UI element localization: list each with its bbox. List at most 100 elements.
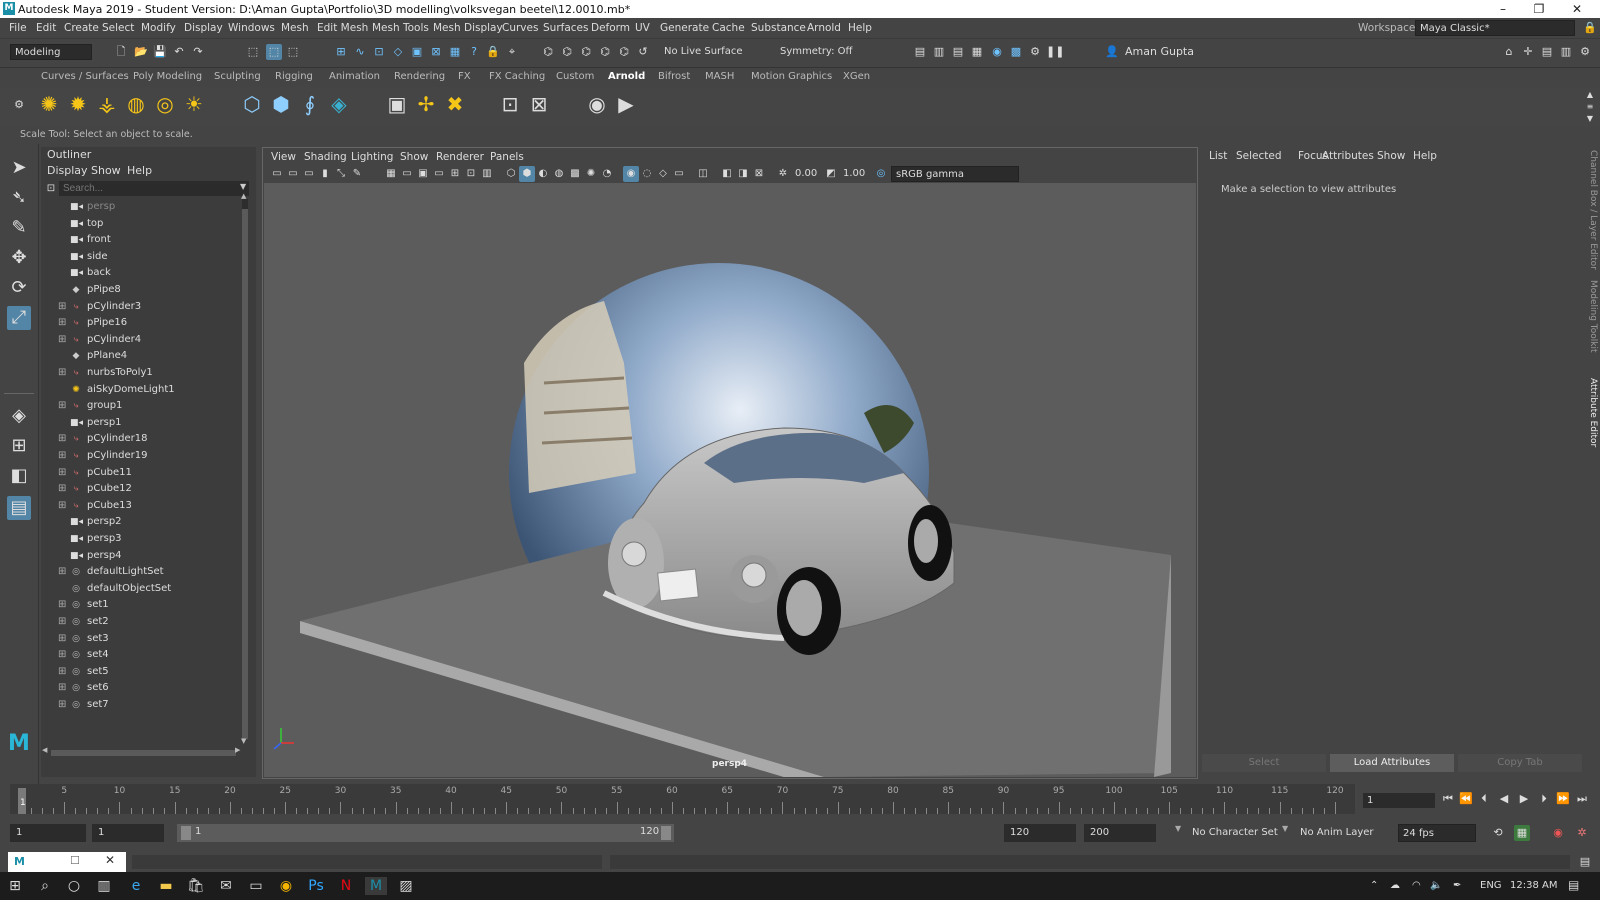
screen-space-ao-icon[interactable]: ◉ [623,166,639,182]
menu-deform[interactable]: Deform [591,22,630,34]
time-slider[interactable]: 1 5 10 15 20 25 30 35 40 45 50 55 60 65 70 75 80 85 90 95 1… [10,784,1355,814]
menu-edit-mesh[interactable]: Edit Mesh [317,22,368,34]
flush-background-icon[interactable]: ✖ [442,91,468,117]
flush-texture-icon[interactable]: ✢ [413,91,439,117]
outliner-item[interactable]: ⊞ ⤷ pCylinder3 [41,299,246,315]
light-portal-icon[interactable]: ◎ [152,91,178,117]
expand-icon[interactable]: ⊞ [58,398,66,414]
expand-icon[interactable]: ⊞ [58,664,66,680]
outliner-item[interactable]: ■◂ persp2 [41,514,246,530]
outliner-item[interactable]: ⊞ ⤷ group1 [41,398,246,414]
menu-curves[interactable]: Curves [502,22,538,34]
xray-joints-icon[interactable]: ◨ [735,166,751,182]
select-component-icon[interactable]: ⬚ [285,44,301,60]
select-tool-icon[interactable]: ➤ [7,156,31,180]
viewport-menu-panels[interactable]: Panels [490,151,524,163]
snap-grid-icon[interactable]: ⊞ [333,44,349,60]
fps-dropdown[interactable]: 24 fps [1398,824,1476,842]
outliner-item[interactable]: ⊞ ⤷ pCylinder4 [41,332,246,348]
tray-overflow-icon[interactable]: ⌃ [1370,880,1378,891]
shelf-tab-fx[interactable]: FX [458,71,471,82]
shelf-tab-animation[interactable]: Animation [329,71,380,82]
gamma-icon[interactable]: ◩ [823,166,839,182]
attr-menu-selected[interactable]: Selected [1236,150,1282,162]
snap-point-icon[interactable]: ⊡ [371,44,387,60]
photoshop-icon[interactable]: Ps [305,877,327,895]
wifi-icon[interactable]: ◠ [1412,880,1421,891]
script-editor-icon[interactable]: ▤ [1577,854,1593,870]
color-management-icon[interactable]: ◎ [873,166,889,182]
outliner-item[interactable]: ⊞ ⤷ nurbsToPoly1 [41,365,246,381]
wireframe-icon[interactable]: ⬡ [503,166,519,182]
select-object-icon[interactable]: ⬚ [266,44,282,60]
menu-create[interactable]: Create [64,22,99,34]
expand-icon[interactable]: ⊞ [58,614,66,630]
go-to-end-icon[interactable]: ⏭ [1574,790,1590,808]
outliner-menu-help[interactable]: Help [127,164,152,177]
loop-icon[interactable]: ⟲ [1490,825,1506,841]
minimize-button[interactable]: – [1488,1,1518,17]
expand-icon[interactable]: ⊞ [58,597,66,613]
volume-icon[interactable]: 🔈 [1430,880,1442,891]
go-to-start-icon[interactable]: ⏮ [1440,790,1456,808]
search-dropdown-icon[interactable]: ▼ [240,182,246,191]
field-chart-icon[interactable]: ⊞ [447,166,463,182]
four-pane-layout-icon[interactable]: ⊞ [7,434,31,458]
anim-layer-field[interactable]: No Anim Layer [1300,827,1374,838]
shelf-tab-mash[interactable]: MASH [705,71,734,82]
single-pane-layout-icon[interactable]: ◈ [7,404,31,428]
menu-display[interactable]: Display [184,22,223,34]
edge-browser-icon[interactable]: e [125,877,147,895]
expand-icon[interactable]: ⊞ [58,564,66,580]
snap-view-plane-icon[interactable]: ▣ [409,44,425,60]
outliner-item[interactable]: ■◂ persp4 [41,548,246,564]
color-space-dropdown[interactable]: sRGB gamma [891,166,1019,182]
isolate-select-icon[interactable]: ◫ [695,166,711,182]
menu-mesh[interactable]: Mesh [281,22,309,34]
snapshot-icon[interactable]: ▦ [969,44,985,60]
safe-title-icon[interactable]: ▥ [479,166,495,182]
export-standin-icon[interactable]: ⬢ [268,91,294,117]
outliner-item[interactable]: ◎ defaultObjectSet [41,581,246,597]
sidebar-toggle-icon[interactable]: ▤ [912,44,928,60]
viewport-menu-renderer[interactable]: Renderer [436,151,484,163]
create-volume-icon[interactable]: ◈ [326,91,352,117]
inputs-icon[interactable]: ? [466,44,482,60]
shelf-tab-custom[interactable]: Custom [556,71,594,82]
outliner-item[interactable]: ■◂ back [41,265,246,281]
outliner-item[interactable]: ■◂ side [41,249,246,265]
pen-icon[interactable]: ✒ [1453,880,1461,891]
copy-tab-button[interactable]: Copy Tab [1458,754,1582,772]
shelf-tab-fx-caching[interactable]: FX Caching [489,71,545,82]
snap-projected-icon[interactable]: ◇ [390,44,406,60]
menu-substance[interactable]: Substance [751,22,806,34]
two-pane-layout-icon[interactable]: ◧ [7,464,31,488]
new-scene-icon[interactable]: 🗋 [113,44,129,60]
snap-curve-icon[interactable]: ∿ [352,44,368,60]
physical-sky-icon[interactable]: ☀ [181,91,207,117]
anti-aliasing-icon[interactable]: ◇ [655,166,671,182]
construction-lock-icon[interactable]: 🔒 [485,44,501,60]
photometric-light-icon[interactable]: ⚶ [94,91,120,117]
outliner-item[interactable]: ■◂ top [41,216,246,232]
outliner-item[interactable]: ■◂ persp1 [41,415,246,431]
anim-prefs-icon[interactable]: ✲ [1574,825,1590,841]
default-material-icon[interactable]: ◐ [535,166,551,182]
create-standin-icon[interactable]: ⬡ [239,91,265,117]
restore-button[interactable]: ❐ [1524,1,1554,17]
range-start-handle[interactable] [181,826,191,840]
create-curve-collector-icon[interactable]: ∮ [297,91,323,117]
safe-action-icon[interactable]: ⊡ [463,166,479,182]
windows-start-icon[interactable]: ⊞ [4,877,26,895]
sculpt-icon[interactable]: ↺ [635,44,651,60]
outliner-item[interactable]: ⊞ ◎ defaultLightSet [41,564,246,580]
smooth-shade-icon[interactable]: ⬢ [519,166,535,182]
render-view-icon[interactable]: ⌬ [616,44,632,60]
outliner-item[interactable]: ⊞ ⤷ pCube12 [41,481,246,497]
expand-icon[interactable]: ⊞ [58,365,66,381]
xray-components-icon[interactable]: ⊠ [751,166,767,182]
load-attributes-button[interactable]: Load Attributes [1330,754,1454,772]
cortana-icon[interactable]: ○ [63,877,85,895]
clock[interactable]: 12:38 AM [1510,880,1557,891]
anim-layer-arrow-icon[interactable]: ▼ [1282,824,1288,833]
